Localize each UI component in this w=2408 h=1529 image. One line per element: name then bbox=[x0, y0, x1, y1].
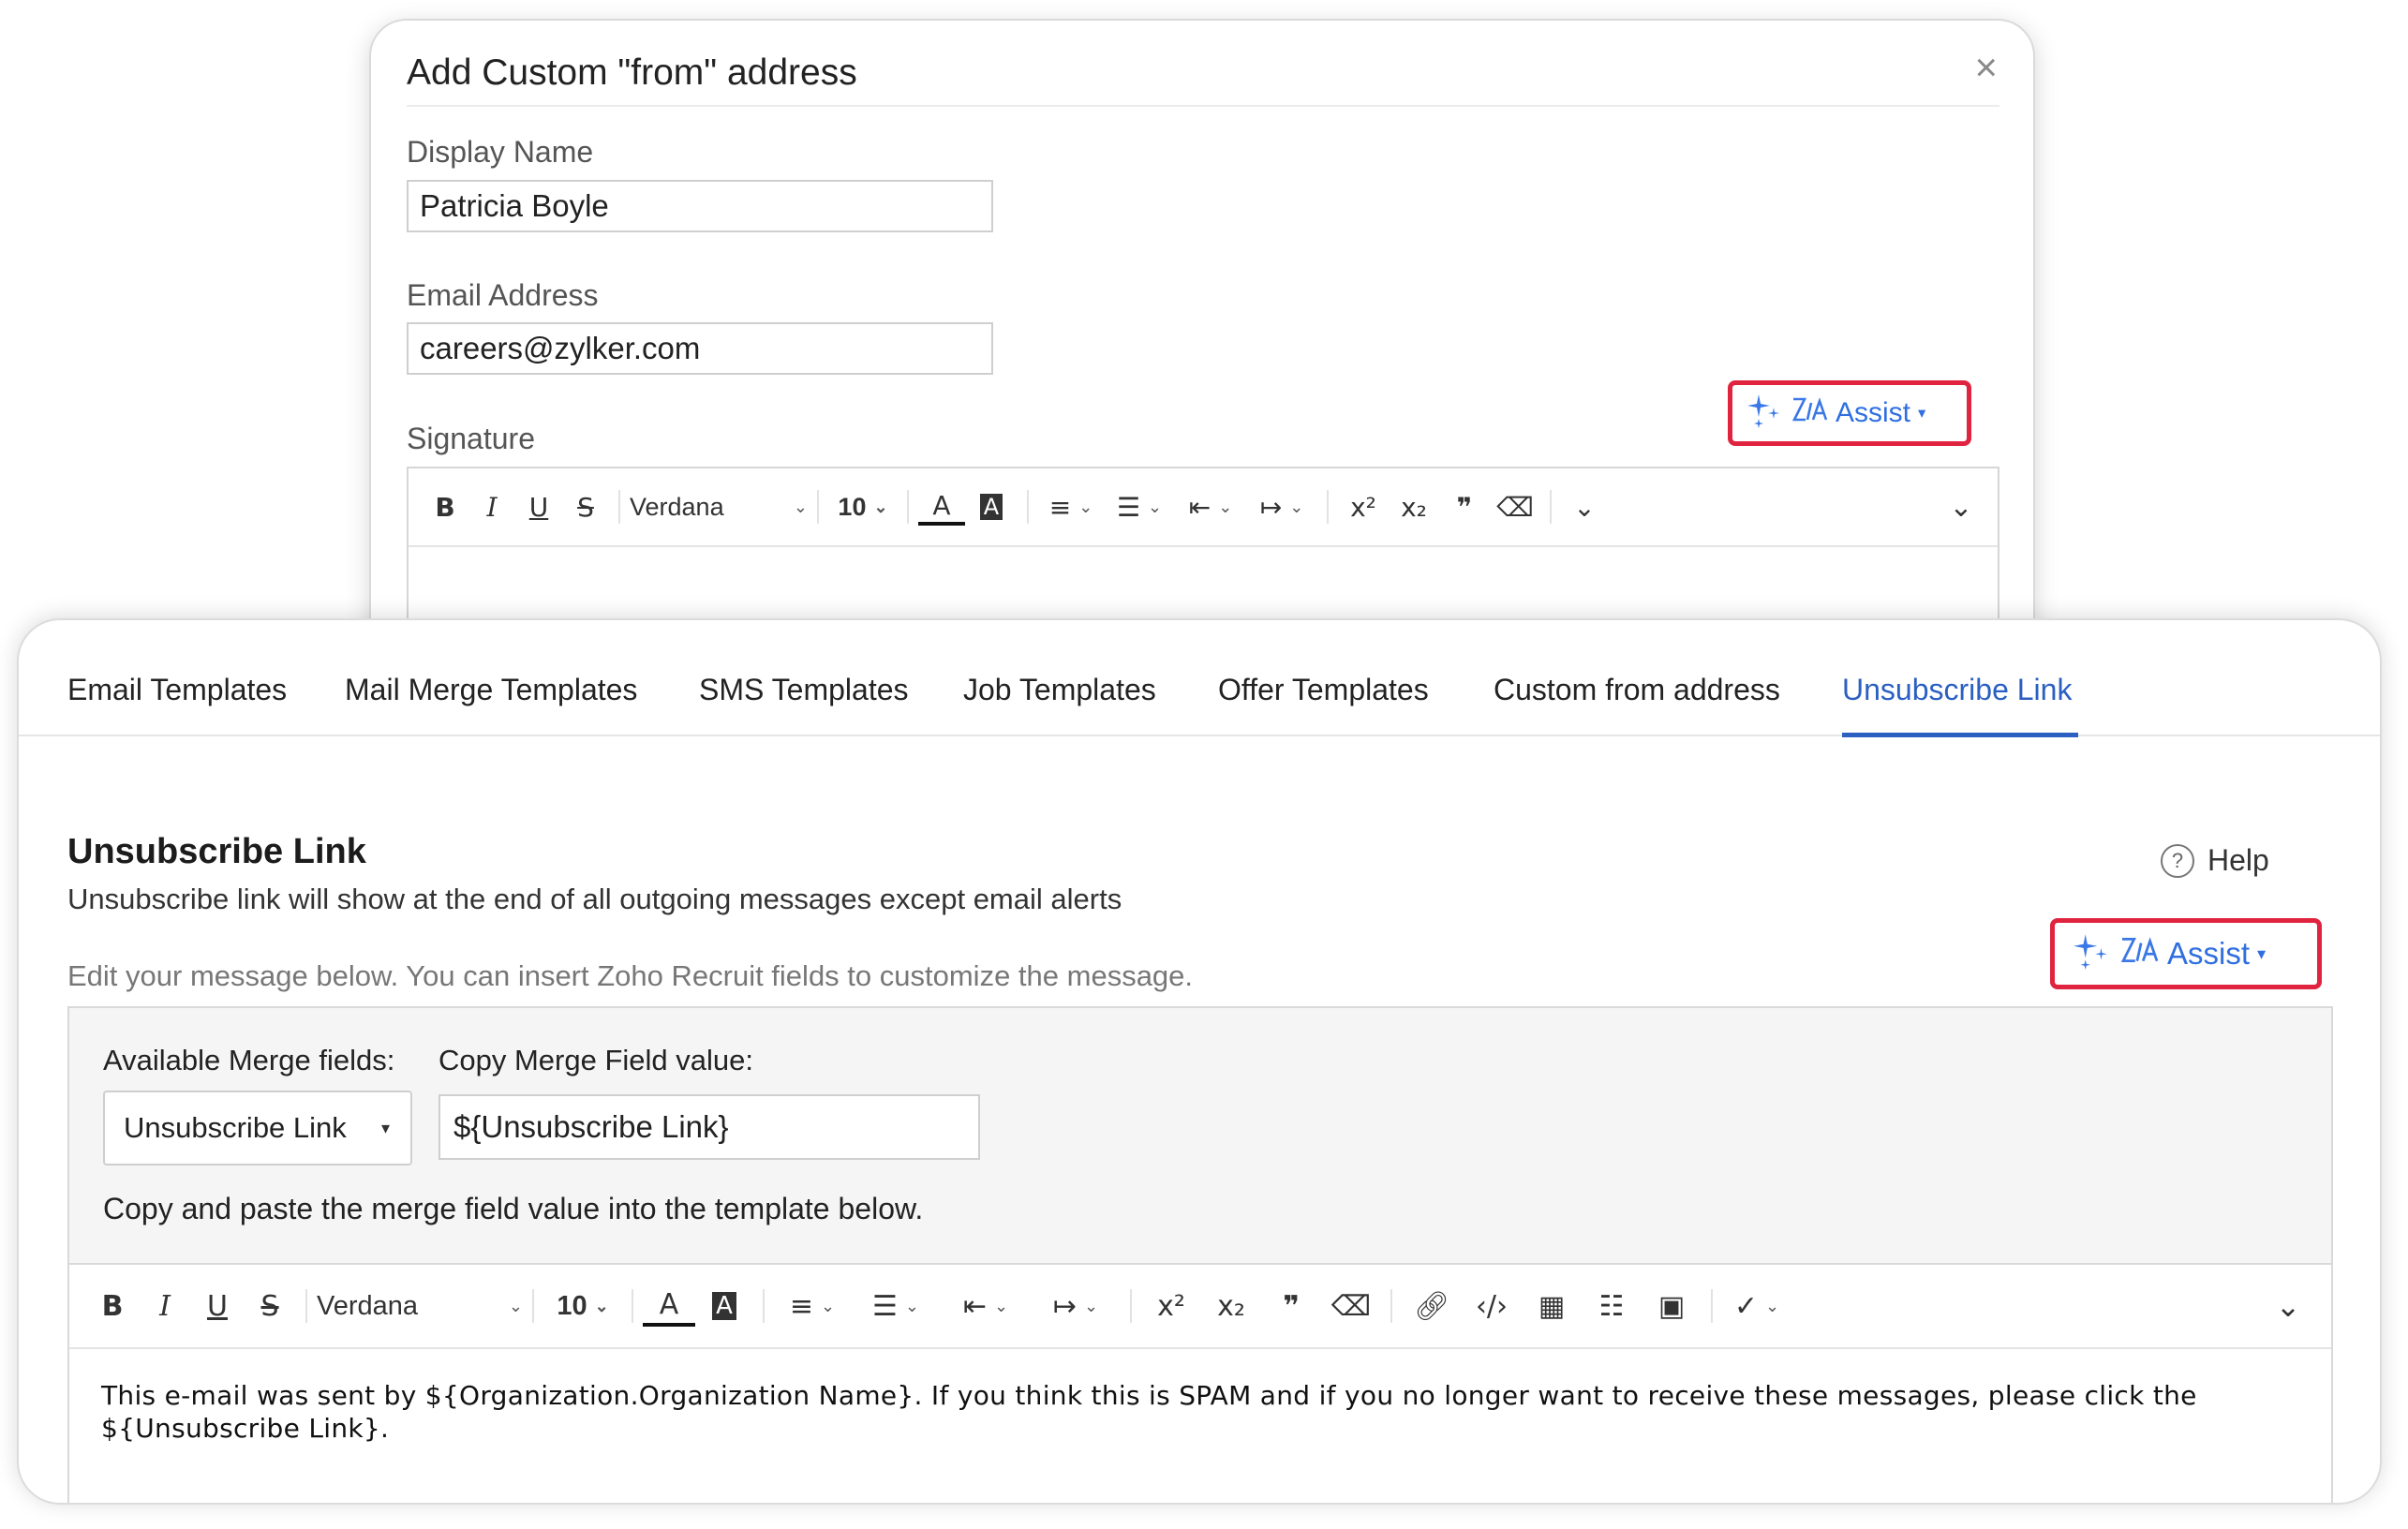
sparkle-icon bbox=[1746, 391, 1783, 436]
assist-label: Assist bbox=[2167, 936, 2251, 971]
section-hint: Edit your message below. You can insert … bbox=[67, 959, 1194, 992]
assist-label: Assist bbox=[1836, 397, 1911, 428]
font-size-value: 10 bbox=[557, 1290, 587, 1321]
quote-icon[interactable]: ❞ bbox=[1261, 1290, 1321, 1323]
editor-toolbar: B I U S Verdana ⌄ 10 ⌄ A A ≡ ⌄ ☰ ⌄ ⇤ ⌄ ↦ ⌄ x² … bbox=[69, 1265, 2331, 1349]
section-description: Unsubscribe link will show at the end of… bbox=[67, 883, 1122, 915]
chevron-down-icon: ▾ bbox=[2257, 943, 2267, 963]
indent-icon[interactable]: ⇤ ⌄ bbox=[941, 1290, 1031, 1323]
tab-custom-from-address[interactable]: Custom from address bbox=[1494, 673, 1780, 707]
align-icon[interactable]: ≡ ⌄ bbox=[1038, 492, 1104, 523]
font-family-select[interactable]: Verdana ⌄ bbox=[630, 493, 808, 522]
bold-icon[interactable]: B bbox=[86, 1290, 139, 1323]
italic-icon[interactable]: I bbox=[468, 492, 515, 523]
email-address-label: Email Address bbox=[407, 278, 599, 312]
bullet-list-icon[interactable]: ☰ ⌄ bbox=[1104, 492, 1175, 523]
editor-text-line: This e-mail was sent by ${Organization.O… bbox=[101, 1380, 2197, 1411]
dialog-divider bbox=[407, 105, 1999, 107]
help-label: Help bbox=[2207, 843, 2269, 877]
copy-merge-field-label: Copy Merge Field value: bbox=[438, 1044, 753, 1076]
font-size-select[interactable]: 10 ⌄ bbox=[543, 1291, 622, 1322]
subscript-icon[interactable]: x₂ bbox=[1201, 1290, 1261, 1323]
chevron-down-icon: ▾ bbox=[1918, 405, 1926, 422]
close-icon[interactable]: × bbox=[1974, 45, 1998, 90]
merge-fields-box: Available Merge fields: Copy Merge Field… bbox=[67, 1006, 2333, 1263]
superscript-icon[interactable]: x² bbox=[1338, 492, 1389, 523]
merge-field-select[interactable]: Unsubscribe Link ▾ bbox=[103, 1091, 412, 1165]
font-family-value: Verdana bbox=[630, 492, 724, 521]
subscript-icon[interactable]: x₂ bbox=[1389, 492, 1439, 523]
eraser-icon[interactable]: ⌫ bbox=[1490, 492, 1540, 523]
more-tools-icon[interactable]: ⌄ bbox=[1561, 492, 1608, 523]
highlight-color-icon[interactable]: A bbox=[965, 494, 1018, 520]
bold-icon[interactable]: B bbox=[422, 492, 468, 523]
text-color-icon[interactable]: A bbox=[643, 1285, 695, 1327]
dialog-title: Add Custom "from" address bbox=[407, 52, 857, 93]
align-icon[interactable]: ≡ ⌄ bbox=[774, 1290, 851, 1323]
signature-label: Signature bbox=[407, 422, 535, 455]
merge-field-selected: Unsubscribe Link bbox=[124, 1111, 347, 1144]
assist-button[interactable]: Assist ▾ bbox=[1728, 380, 1971, 446]
assist-button[interactable]: Assist ▾ bbox=[2050, 918, 2322, 989]
eraser-icon[interactable]: ⌫ bbox=[1321, 1290, 1381, 1323]
help-icon: ? bbox=[2161, 843, 2194, 878]
line-height-icon[interactable]: ↦ ⌄ bbox=[1246, 492, 1317, 523]
display-name-label: Display Name bbox=[407, 135, 594, 169]
display-name-input[interactable]: Patricia Boyle bbox=[407, 180, 993, 232]
indent-icon[interactable]: ⇤ ⌄ bbox=[1175, 492, 1246, 523]
chevron-down-icon: ⌄ bbox=[508, 1296, 523, 1315]
help-link[interactable]: ? Help bbox=[2161, 843, 2269, 878]
font-family-value: Verdana bbox=[317, 1290, 419, 1321]
zia-icon bbox=[1791, 393, 1828, 433]
strikethrough-icon[interactable]: S bbox=[244, 1290, 296, 1323]
table-icon[interactable]: ▦ bbox=[1522, 1290, 1582, 1323]
add-custom-from-address-dialog: Add Custom "from" address × Display Name… bbox=[369, 19, 2035, 675]
chevron-down-icon: ⌄ bbox=[594, 1296, 609, 1315]
templates-panel: Email Templates Mail Merge Templates SMS… bbox=[17, 618, 2382, 1505]
strikethrough-icon[interactable]: S bbox=[562, 492, 609, 523]
link-icon[interactable]: 🔗︎ bbox=[1402, 1290, 1462, 1323]
tab-job-templates[interactable]: Job Templates bbox=[963, 673, 1156, 707]
underline-icon[interactable]: U bbox=[191, 1290, 244, 1323]
superscript-icon[interactable]: x² bbox=[1141, 1290, 1201, 1323]
copy-paste-note: Copy and paste the merge field value int… bbox=[103, 1192, 924, 1225]
tab-mail-merge-templates[interactable]: Mail Merge Templates bbox=[345, 673, 637, 707]
sparkle-icon bbox=[2072, 930, 2111, 977]
chevron-down-icon: ⌄ bbox=[873, 497, 888, 516]
active-tab-indicator bbox=[1842, 733, 2078, 737]
email-address-input[interactable]: careers@zylker.com bbox=[407, 322, 993, 375]
available-merge-fields-label: Available Merge fields: bbox=[103, 1044, 395, 1076]
font-family-select[interactable]: Verdana ⌄ bbox=[317, 1291, 523, 1322]
line-height-icon[interactable]: ↦ ⌄ bbox=[1031, 1290, 1121, 1323]
underline-icon[interactable]: U bbox=[515, 492, 562, 523]
merge-field-value-input[interactable]: ${Unsubscribe Link} bbox=[438, 1094, 980, 1160]
text-color-icon[interactable]: A bbox=[918, 488, 965, 526]
highlight-color-icon[interactable]: A bbox=[695, 1292, 753, 1320]
editor-text-line: ${Unsubscribe Link}. bbox=[101, 1413, 390, 1444]
image-icon[interactable]: ▣ bbox=[1642, 1290, 1702, 1323]
templates-tabs: Email Templates Mail Merge Templates SMS… bbox=[19, 620, 2380, 737]
source-code-icon[interactable]: ‹/› bbox=[1462, 1290, 1522, 1323]
tab-email-templates[interactable]: Email Templates bbox=[67, 673, 287, 707]
unsubscribe-message-editor: B I U S Verdana ⌄ 10 ⌄ A A ≡ ⌄ ☰ ⌄ ⇤ ⌄ ↦ ⌄ x² … bbox=[67, 1263, 2333, 1503]
tab-sms-templates[interactable]: SMS Templates bbox=[699, 673, 909, 707]
zia-icon bbox=[2118, 933, 2160, 974]
font-size-value: 10 bbox=[838, 492, 867, 521]
tab-offer-templates[interactable]: Offer Templates bbox=[1218, 673, 1429, 707]
bullet-list-icon[interactable]: ☰ ⌄ bbox=[851, 1290, 941, 1323]
spellcheck-icon[interactable]: ✓ ⌄ bbox=[1722, 1290, 1791, 1323]
signature-toolbar: B I U S Verdana ⌄ 10 ⌄ A A ≡ ⌄ ☰ ⌄ ⇤ ⌄ ↦ ⌄ x² … bbox=[409, 468, 1998, 547]
chevron-down-icon: ⌄ bbox=[793, 497, 808, 516]
section-title: Unsubscribe Link bbox=[67, 832, 366, 871]
text-direction-icon[interactable]: ☷ bbox=[1582, 1290, 1642, 1323]
italic-icon[interactable]: I bbox=[139, 1290, 191, 1323]
collapse-toolbar-icon[interactable]: ⌄ bbox=[2262, 1288, 2314, 1324]
tab-unsubscribe-link[interactable]: Unsubscribe Link bbox=[1842, 673, 2072, 707]
editor-content[interactable]: This e-mail was sent by ${Organization.O… bbox=[69, 1349, 2331, 1475]
collapse-toolbar-icon[interactable]: ⌄ bbox=[1938, 491, 1984, 524]
chevron-down-icon: ▾ bbox=[380, 1118, 390, 1137]
quote-icon[interactable]: ❞ bbox=[1439, 492, 1490, 523]
font-size-select[interactable]: 10 ⌄ bbox=[828, 493, 898, 522]
